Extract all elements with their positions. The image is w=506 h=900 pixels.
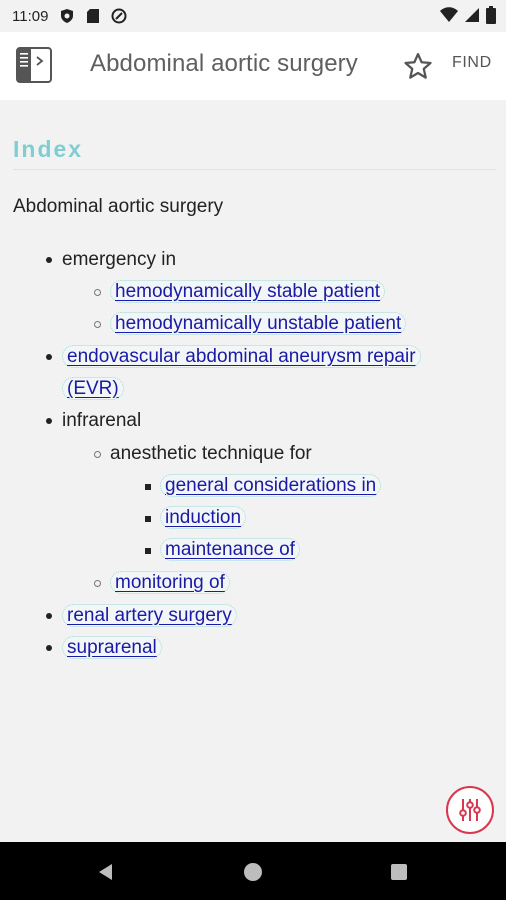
shield-notification-icon (58, 7, 76, 25)
app-bar: Abdominal aortic surgery FIND (0, 32, 506, 100)
sd-card-icon (84, 7, 102, 25)
book-contents-button[interactable] (14, 44, 54, 86)
list-bullet (46, 257, 52, 263)
system-nav-bar (0, 842, 506, 900)
find-button[interactable]: FIND (452, 54, 492, 72)
link-evr[interactable]: endovascular abdominal aneurysm repair (62, 345, 421, 368)
entry-anesthetic: anesthetic technique for (110, 443, 312, 464)
status-time: 11:09 (12, 7, 49, 25)
nav-recents-button[interactable] (387, 860, 411, 884)
entry-emergency: emergency in (62, 249, 177, 270)
list-item: maintenance of (160, 534, 300, 566)
link-general-considerations[interactable]: general considerations in (160, 474, 382, 497)
index-content: Index Abdominal aortic surgery emergency… (0, 100, 506, 842)
link-evr-continued[interactable]: (EVR) (62, 377, 124, 400)
list-bullet (46, 418, 52, 424)
battery-icon (486, 6, 496, 29)
home-circle-icon (244, 863, 262, 881)
link-unstable-patient[interactable]: hemodynamically unstable patient (110, 312, 407, 335)
index-section-title: Index (13, 136, 84, 162)
star-icon (404, 53, 432, 79)
list-item: hemodynamically unstable patient (110, 308, 407, 340)
page-title: Abdominal aortic surgery (90, 50, 358, 77)
book-sidebar-icon (16, 47, 52, 83)
list-item: emergency in (62, 244, 176, 276)
recents-square-icon (391, 864, 407, 880)
link-stable-patient[interactable]: hemodynamically stable patient (110, 280, 386, 303)
list-item: anesthetic technique for (110, 438, 312, 470)
list-item: induction (160, 502, 247, 534)
data-saver-icon (110, 7, 128, 25)
section-divider (13, 169, 496, 170)
list-bullet (145, 484, 151, 490)
link-maintenance[interactable]: maintenance of (160, 538, 300, 561)
list-item: infrarenal (62, 405, 141, 437)
nav-home-button[interactable] (241, 860, 265, 884)
sliders-icon (459, 799, 481, 821)
list-item: general considerations in (160, 470, 382, 502)
list-item: hemodynamically stable patient (110, 276, 386, 308)
wifi-icon (440, 7, 458, 28)
list-bullet (94, 289, 101, 296)
list-item: renal artery surgery (62, 600, 237, 632)
list-item-continuation: (EVR) (62, 373, 124, 405)
index-heading: Abdominal aortic surgery (13, 196, 224, 217)
favorite-button[interactable] (400, 48, 436, 84)
list-item: monitoring of (110, 567, 230, 599)
entry-infrarenal: infrarenal (62, 410, 142, 431)
status-bar: 11:09 (0, 0, 506, 32)
link-suprarenal[interactable]: suprarenal (62, 636, 162, 659)
nav-back-button[interactable] (94, 860, 118, 884)
list-bullet (46, 354, 52, 360)
list-bullet (94, 580, 101, 587)
link-induction[interactable]: induction (160, 506, 247, 529)
list-item: suprarenal (62, 632, 162, 664)
filter-settings-button[interactable] (446, 786, 494, 834)
list-bullet (94, 451, 101, 458)
list-bullet (145, 548, 151, 554)
list-bullet (46, 613, 52, 619)
list-bullet (46, 645, 52, 651)
list-bullet (145, 516, 151, 522)
back-triangle-icon (99, 864, 112, 880)
list-bullet (94, 321, 101, 328)
link-monitoring[interactable]: monitoring of (110, 571, 230, 594)
cellular-signal-icon (464, 7, 480, 28)
link-renal-artery-surgery[interactable]: renal artery surgery (62, 604, 237, 627)
list-item: endovascular abdominal aneurysm repair (62, 341, 421, 373)
